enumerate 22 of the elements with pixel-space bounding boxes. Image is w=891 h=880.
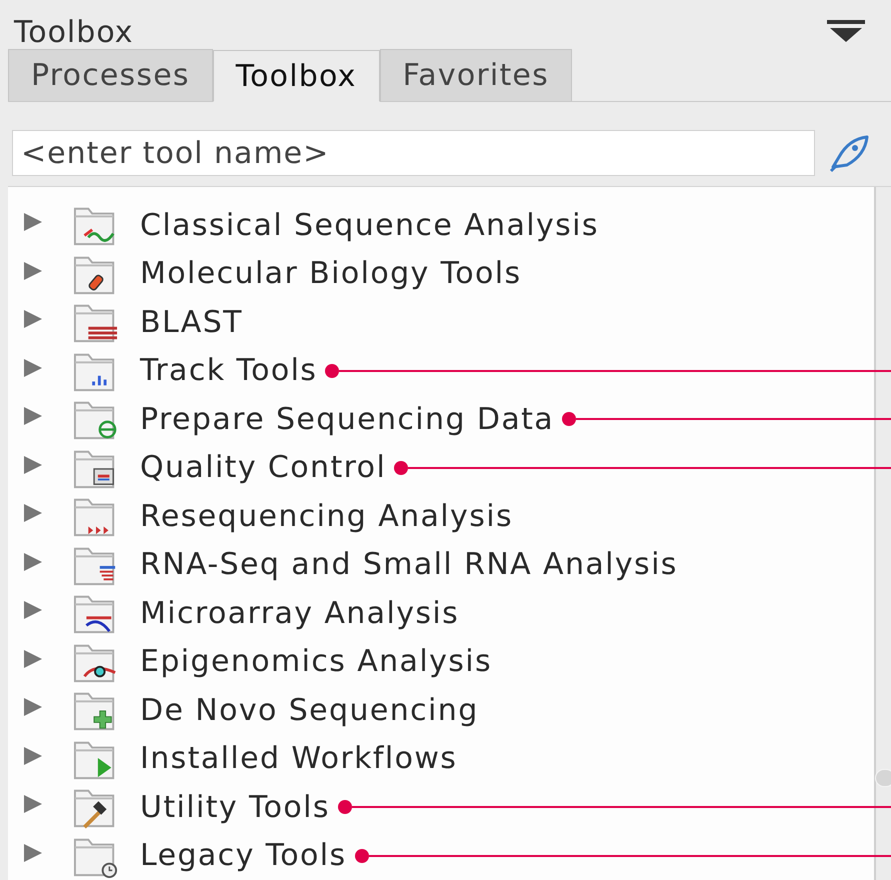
tree-item[interactable]: Utility Tools <box>140 790 330 825</box>
tree-item[interactable]: Molecular Biology Tools <box>140 256 522 292</box>
tab[interactable]: Processes <box>8 49 213 101</box>
tree-item[interactable]: Track Tools <box>140 353 318 388</box>
tree-item[interactable]: Quality Control <box>140 450 386 486</box>
tab[interactable]: Favorites <box>380 49 572 101</box>
tree-item[interactable]: Microarray Analysis <box>140 596 460 631</box>
tree-item[interactable]: De Novo Sequencing <box>140 692 479 728</box>
menu-icon[interactable] <box>827 20 865 44</box>
search-field[interactable]: <enter tool name> <box>12 130 815 176</box>
tree-item[interactable]: Resequencing Analysis <box>140 498 513 534</box>
panel-title: Toolbox <box>14 14 134 50</box>
rocket-icon[interactable] <box>827 133 871 173</box>
tree-item[interactable]: RNA-Seq and Small RNA Analysis <box>140 547 678 582</box>
tree-item[interactable]: Epigenomics Analysis <box>140 644 492 680</box>
tab[interactable]: Toolbox <box>212 50 380 102</box>
scrollbar-thumb[interactable] <box>875 769 891 787</box>
tree-item[interactable]: Installed Workflows <box>140 741 458 776</box>
tree-item[interactable]: Classical Sequence Analysis <box>140 208 599 243</box>
tree-item[interactable]: Legacy Tools <box>140 838 347 874</box>
tree-item[interactable]: BLAST <box>140 304 243 340</box>
tree-item[interactable]: Prepare Sequencing Data <box>140 402 554 437</box>
